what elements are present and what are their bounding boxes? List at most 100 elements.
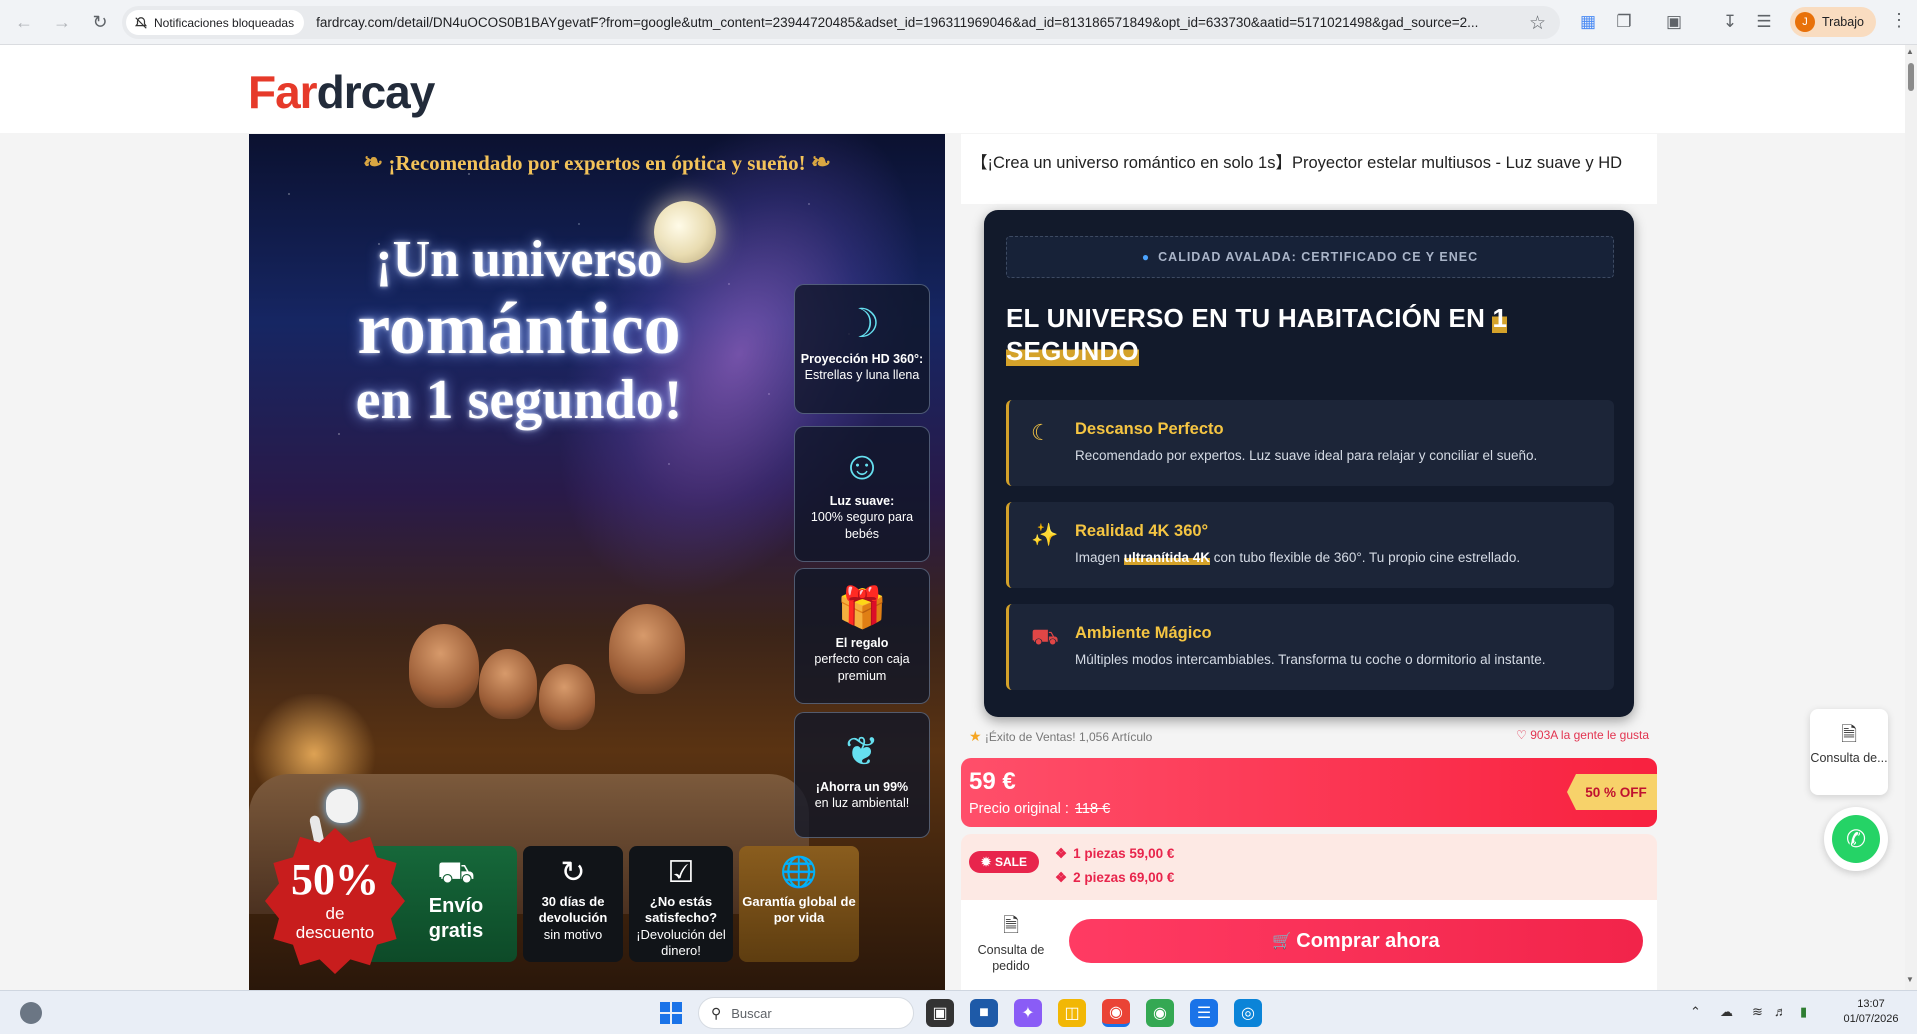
extensions-icon[interactable]: ❐: [1612, 10, 1636, 34]
laurel-right-icon: ❧: [810, 150, 831, 176]
document-search-icon: 🗎: [1002, 915, 1020, 937]
side-card-bold: Proyección HD 360°:: [800, 352, 924, 366]
copilot-icon[interactable]: ✦: [1014, 999, 1042, 1027]
download-icon[interactable]: ↧: [1718, 10, 1742, 34]
bundle-option-2[interactable]: ❖ 2 piezas 69,00 €: [1055, 870, 1174, 886]
likes-stat[interactable]: ♡ 903A la gente le gusta: [1516, 728, 1649, 742]
forward-icon[interactable]: →: [48, 8, 76, 36]
order-consult-button[interactable]: 🗎 Consulta de pedido: [971, 914, 1051, 974]
buy-now-label: Comprar ahora: [1296, 929, 1440, 952]
badge-strip: ⛟ Envío gratis ↻ 30 días de devolución s…: [265, 828, 930, 974]
chrome-icon[interactable]: ◉: [1102, 999, 1130, 1027]
shipping-line2: gratis: [428, 920, 484, 942]
satisfied-bold: ¿No estás satisfecho?: [644, 894, 718, 926]
tray-chevron-icon[interactable]: ⌃: [1690, 1004, 1701, 1020]
taskbar-search[interactable]: ⚲ Buscar: [698, 997, 914, 1029]
profile-button[interactable]: J Trabajo: [1790, 7, 1876, 37]
laurel-left-icon: ❧: [363, 150, 384, 176]
order-consult-label: Consulta de pedido: [977, 943, 1045, 973]
store-icon[interactable]: ■: [970, 999, 998, 1027]
back-icon[interactable]: ←: [10, 8, 38, 36]
search-icon: ⚲: [711, 1004, 722, 1021]
task-view-icon[interactable]: ▣: [926, 999, 954, 1027]
feature-desc-pre: Imagen: [1075, 550, 1124, 565]
purchase-bar: 🗎 Consulta de pedido 🛒 Comprar ahora: [961, 900, 1657, 990]
moon-icon: ☾: [1031, 420, 1051, 445]
feature-desc: Imagen ultranítida 4K con tubo flexible …: [1075, 550, 1520, 565]
satisfaction-badge: ☑ ¿No estás satisfecho? ¡Devolución del …: [629, 846, 733, 962]
buy-now-button[interactable]: 🛒 Comprar ahora: [1069, 919, 1643, 963]
media-queue-icon[interactable]: ☰: [1752, 10, 1776, 34]
original-price: 118 €: [1074, 801, 1111, 817]
family-person: [609, 604, 685, 694]
side-card-text: en luz ambiental!: [814, 796, 910, 811]
family-person: [479, 649, 537, 719]
document-icon[interactable]: ▦: [1576, 10, 1600, 34]
taskbar: ⚲ Buscar ▣ ■ ✦ ◫ ◉ ◉ ☰ ◎ ⌃ ☁ ≋ ♬ ▮ 13:07…: [0, 990, 1917, 1034]
site-logo[interactable]: Fardrcay: [248, 65, 435, 119]
onedrive-icon[interactable]: ☁: [1720, 1004, 1733, 1020]
original-price-row: Precio original : 118 €: [969, 801, 1110, 817]
feature-desc-text: Recomendado por expertos. Luz suave idea…: [1075, 448, 1538, 463]
bookmark-star-icon[interactable]: ☆: [1529, 12, 1546, 35]
scroll-up-icon[interactable]: ▲: [1906, 47, 1914, 56]
page-scrollbar[interactable]: ▲ ▼: [1905, 45, 1917, 990]
product-stats: ★ ¡Éxito de Ventas! 1,056 Artículo ♡ 903…: [961, 724, 1657, 746]
feature-card-projection: ☽ Proyección HD 360°: Estrellas y luna l…: [794, 284, 930, 414]
whatsapp-button[interactable]: ✆: [1824, 807, 1888, 871]
product-hero-image[interactable]: ❧ ¡Recomendado por expertos en óptica y …: [249, 134, 945, 990]
chrome-profile-icon[interactable]: ◉: [1146, 999, 1174, 1027]
returns-badge: ↻ 30 días de devolución sin motivo: [523, 846, 623, 962]
leaf-icon: ❦: [845, 730, 879, 774]
shipping-line1: Envío: [428, 895, 484, 917]
feature-desc: Múltiples modos intercambiables. Transfo…: [1075, 652, 1545, 667]
edge-icon[interactable]: ◎: [1234, 999, 1262, 1027]
taskbar-clock[interactable]: 13:07 01/07/2026: [1836, 997, 1906, 1028]
url-text[interactable]: fardrcay.com/detail/DN4uOCOS0B1BAYgevatF…: [316, 15, 1506, 30]
hero-title: ¡Un universo romántico en 1 segundo!: [279, 234, 759, 429]
bundle-option-1[interactable]: ❖ 1 piezas 59,00 €: [1055, 846, 1174, 862]
hero-top-banner: ❧ ¡Recomendado por expertos en óptica y …: [249, 148, 945, 177]
widgets-icon[interactable]: [20, 1002, 42, 1024]
notifications-blocked-chip[interactable]: Notificaciones bloqueadas: [126, 10, 305, 35]
side-card-text: 100% seguro para bebés: [810, 510, 914, 541]
notifications-blocked-label: Notificaciones bloqueadas: [154, 15, 295, 30]
card-headline: EL UNIVERSO EN TU HABITACIÓN EN 1 SEGUND…: [1006, 302, 1606, 367]
floating-consult-button[interactable]: 🗎 Consulta de...: [1810, 709, 1888, 795]
feature-ambient: ⛟ Ambiente Mágico Múltiples modos interc…: [1006, 604, 1614, 690]
screenshot-icon[interactable]: ▣: [1662, 10, 1686, 34]
notepad-icon[interactable]: ☰: [1190, 999, 1218, 1027]
return-clock-icon: ↻: [560, 856, 586, 889]
cert-label: CALIDAD AVALADA: CERTIFICADO CE Y ENEC: [1158, 250, 1479, 264]
scroll-down-icon[interactable]: ▼: [1906, 975, 1914, 984]
volume-icon[interactable]: ♬: [1774, 1004, 1787, 1019]
bundle-offers: ✹ SALE ❖ 1 piezas 59,00 € ❖ 2 piezas 69,00 …: [961, 834, 1657, 900]
file-explorer-icon[interactable]: ◫: [1058, 999, 1086, 1027]
discount-de: de: [325, 904, 345, 923]
moon-360-icon: ☽: [844, 302, 880, 346]
shield-icon: ●: [1141, 250, 1151, 264]
bundle-label: 1 piezas 59,00 €: [1073, 846, 1175, 861]
more-menu-icon[interactable]: ⋮: [1890, 10, 1908, 31]
tag-icon: ❖: [1055, 846, 1068, 861]
scrollbar-thumb[interactable]: [1908, 63, 1914, 91]
bell-off-icon: [134, 16, 148, 29]
wifi-icon[interactable]: ≋: [1752, 1004, 1763, 1020]
discount-word: descuento: [295, 922, 375, 942]
side-card-bold: ¡Ahorra un 99%: [815, 780, 909, 794]
star-icon: ★: [969, 728, 982, 744]
start-button[interactable]: [660, 1002, 682, 1024]
family-person: [409, 624, 479, 708]
reload-icon[interactable]: ↻: [86, 8, 114, 36]
battery-icon[interactable]: ▮: [1800, 1004, 1807, 1020]
taskbar-search-placeholder: Buscar: [731, 1005, 772, 1021]
globe-icon: 🌐: [780, 856, 818, 889]
address-bar[interactable]: Notificaciones bloqueadas fardrcay.com/d…: [122, 6, 1560, 39]
clock-time: 13:07: [1857, 998, 1885, 1010]
side-card-text: Estrellas y luna llena: [804, 368, 920, 383]
tag-icon: ❖: [1055, 870, 1068, 885]
headline-main: EL UNIVERSO EN TU HABITACIÓN EN: [1006, 303, 1493, 333]
family-person: [539, 664, 595, 730]
product-title: 【¡Crea un universo romántico en solo 1s】…: [961, 134, 1657, 204]
page-content: Fardrcay ❧ ¡Recomendado por expertos en …: [0, 45, 1905, 990]
